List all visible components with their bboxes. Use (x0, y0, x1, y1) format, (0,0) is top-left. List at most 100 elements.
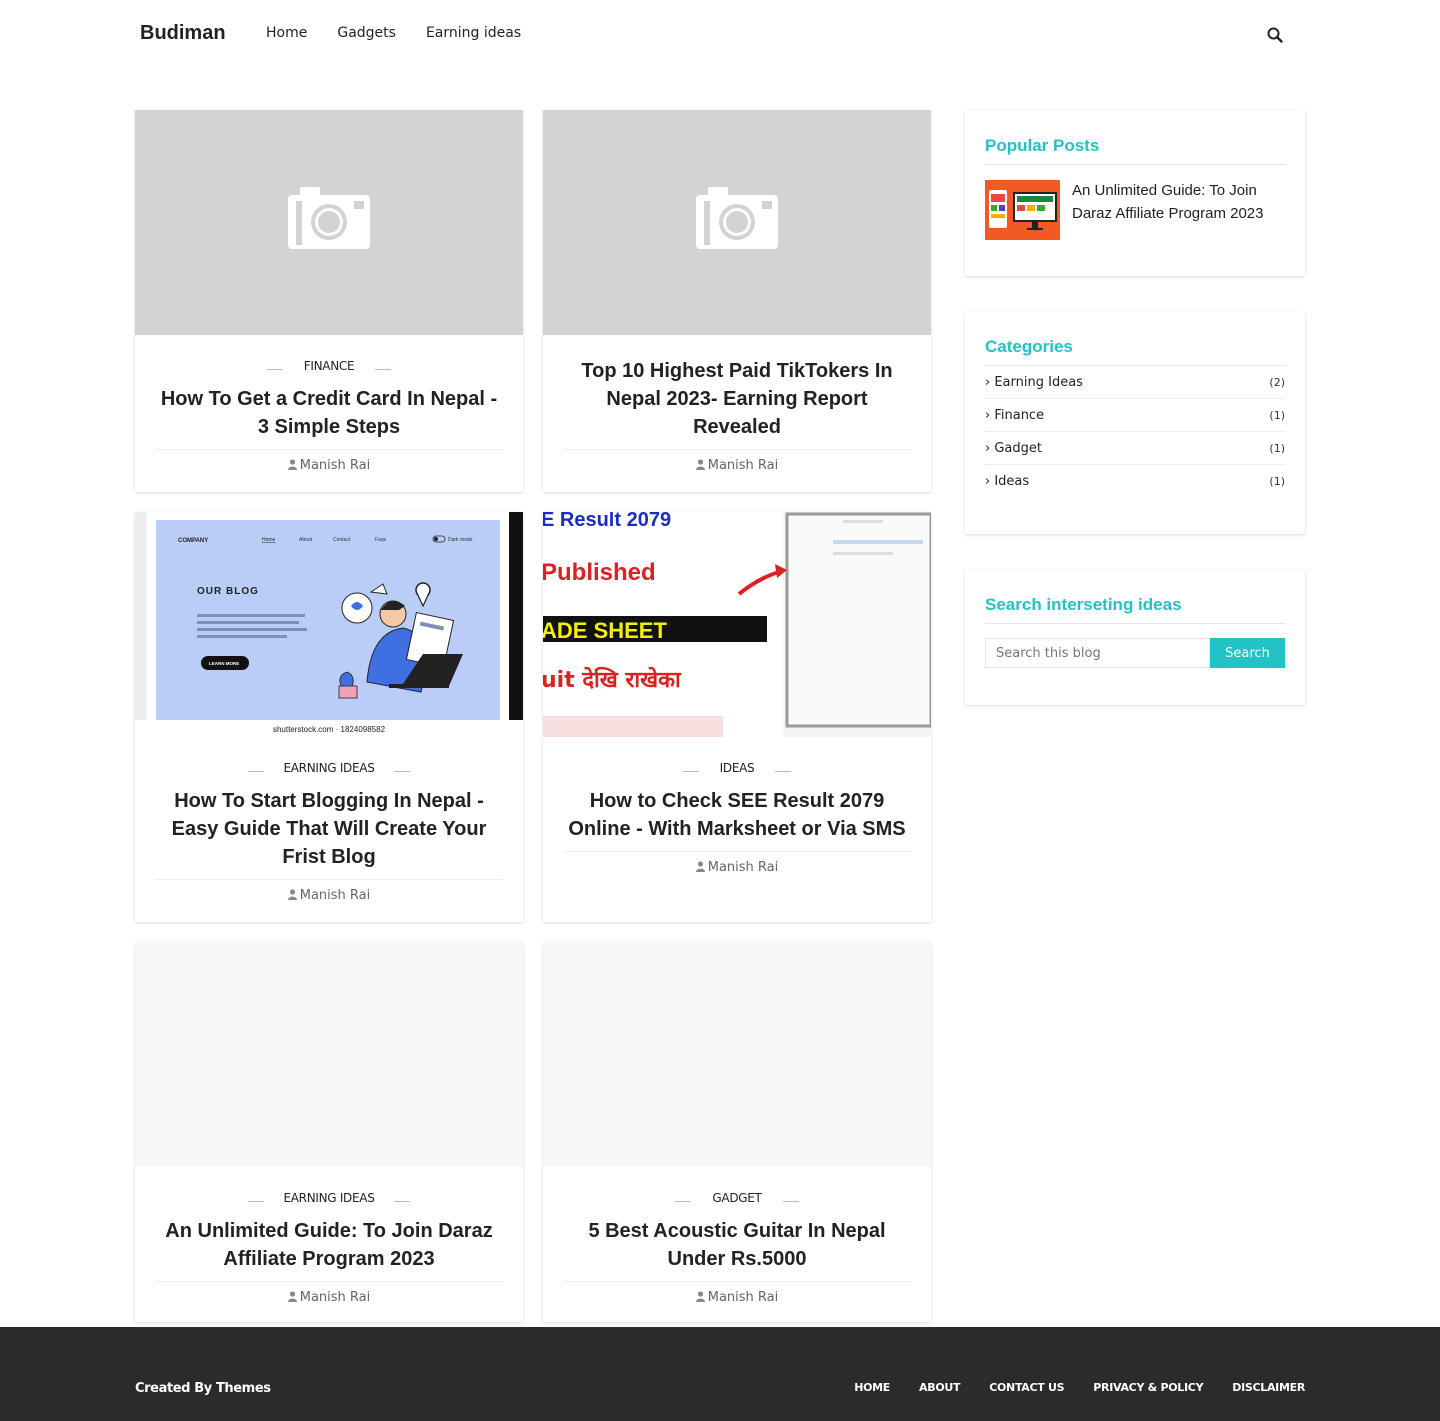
post-thumbnail[interactable]: COMPANY Home About Contact Faqs Dark mod… (135, 512, 523, 737)
category-count: (1) (1269, 475, 1285, 488)
post-title[interactable]: Top 10 Highest Paid TikTokers In Nepal 2… (563, 357, 911, 441)
post-divider (155, 449, 503, 450)
themes-link[interactable]: Themes (216, 1381, 271, 1396)
footer-link-disclaimer[interactable]: DISCLAIMER (1232, 1381, 1305, 1394)
category-line-left (675, 1201, 691, 1202)
category-line-right (394, 771, 410, 772)
post-author: Manish Rai (543, 458, 931, 473)
image-menu-contact: Contact (333, 537, 351, 543)
chevron-right-icon: › (985, 474, 991, 489)
popular-post-title[interactable]: An Unlimited Guide: To Join Daraz Affili… (1072, 179, 1285, 240)
image-menu-faqs: Faqs (375, 537, 387, 543)
nav-home[interactable]: Home (266, 25, 307, 41)
blog-illustration-image: COMPANY Home About Contact Faqs Dark mod… (135, 512, 523, 737)
category-line-left (683, 771, 699, 772)
post-card[interactable]: Earning Ideas An Unlimited Guide: To Joi… (135, 942, 523, 1322)
post-card[interactable]: COMPANY Home About Contact Faqs Dark mod… (135, 512, 523, 922)
post-category[interactable]: Finance (135, 359, 523, 379)
site-header: Budiman Home Gadgets Earning ideas (0, 0, 1440, 70)
user-icon (287, 1291, 297, 1302)
categories-widget: Categories › Earning Ideas (2) › Finance… (965, 311, 1305, 534)
post-thumbnail[interactable]: E Result 2079 Published ADE SHEET uit दे… (543, 512, 931, 737)
post-divider (155, 879, 503, 880)
user-icon (287, 459, 297, 470)
nav-gadgets[interactable]: Gadgets (337, 25, 396, 41)
categories-heading: Categories (985, 311, 1285, 366)
image-text-line1: E Result 2079 (543, 512, 671, 531)
post-card[interactable]: Top 10 Highest Paid TikTokers In Nepal 2… (543, 110, 931, 492)
post-category[interactable]: Earning Ideas (135, 1191, 523, 1211)
search-icon[interactable] (1266, 26, 1284, 44)
image-heading: OUR BLOG (197, 586, 259, 597)
image-text-line3: ADE SHEET (543, 618, 667, 643)
user-icon (695, 459, 705, 470)
search-button[interactable]: Search (1210, 638, 1285, 668)
category-item[interactable]: › Ideas (1) (985, 465, 1285, 498)
post-title[interactable]: An Unlimited Guide: To Join Daraz Affili… (155, 1217, 503, 1273)
image-menu-home: Home (262, 537, 276, 543)
post-card[interactable]: Finance How To Get a Credit Card In Nepa… (135, 110, 523, 492)
post-divider (155, 1281, 503, 1282)
footer-credit: Created By Themes (135, 1381, 271, 1396)
post-thumbnail[interactable] (135, 110, 523, 335)
category-line-left (248, 1201, 264, 1202)
category-list: › Earning Ideas (2) › Finance (1) › Gadg… (985, 366, 1285, 498)
post-card[interactable]: Gadget 5 Best Acoustic Guitar In Nepal U… (543, 942, 931, 1322)
footer-link-about[interactable]: ABOUT (919, 1381, 960, 1394)
image-dark-mode: Dark mode (448, 537, 473, 543)
popular-posts-widget: Popular Posts An Unlimited Guide: To Joi… (965, 110, 1305, 276)
category-line-left (248, 771, 264, 772)
category-item[interactable]: › Finance (1) (985, 399, 1285, 432)
camera-placeholder-icon (288, 187, 370, 249)
site-logo[interactable]: Budiman (140, 22, 226, 45)
category-count: (2) (1269, 376, 1285, 389)
post-category[interactable]: Ideas (543, 761, 931, 781)
category-count: (1) (1269, 409, 1285, 422)
user-icon (695, 1291, 705, 1302)
footer-link-privacy[interactable]: PRIVACY & POLICY (1093, 1381, 1203, 1394)
post-category[interactable]: Earning Ideas (135, 761, 523, 781)
post-author: Manish Rai (135, 458, 523, 473)
main-nav: Home Gadgets Earning ideas (266, 25, 521, 41)
post-thumbnail[interactable] (543, 110, 931, 335)
image-watermark: shutterstock.com · 1824098582 (273, 725, 386, 734)
image-company-text: COMPANY (178, 538, 208, 544)
post-thumbnail[interactable] (135, 942, 523, 1167)
popular-post-thumbnail[interactable] (985, 180, 1060, 240)
see-result-image: E Result 2079 Published ADE SHEET uit दे… (543, 512, 931, 737)
category-line-right (375, 369, 391, 370)
site-footer: Created By Themes HOME ABOUT CONTACT US … (0, 1327, 1440, 1421)
post-title[interactable]: How to Check SEE Result 2079 Online - Wi… (563, 787, 911, 843)
post-divider (563, 1281, 911, 1282)
post-author: Manish Rai (135, 1290, 523, 1305)
post-category[interactable]: Gadget (543, 1191, 931, 1211)
category-line-left (267, 369, 283, 370)
search-widget-heading: Search interseting ideas (985, 569, 1285, 624)
post-title[interactable]: How To Start Blogging In Nepal - Easy Gu… (155, 787, 503, 871)
user-icon (287, 889, 297, 900)
post-title[interactable]: 5 Best Acoustic Guitar In Nepal Under Rs… (563, 1217, 911, 1273)
category-count: (1) (1269, 442, 1285, 455)
post-divider (563, 449, 911, 450)
image-text-line2: Published (543, 559, 656, 586)
category-item[interactable]: › Gadget (1) (985, 432, 1285, 465)
post-author: Manish Rai (543, 1290, 931, 1305)
post-card[interactable]: E Result 2079 Published ADE SHEET uit दे… (543, 512, 931, 922)
image-button: LEARN MORE (209, 661, 239, 666)
category-item[interactable]: › Earning Ideas (2) (985, 366, 1285, 399)
category-line-right (394, 1201, 410, 1202)
footer-link-contact[interactable]: CONTACT US (989, 1381, 1064, 1394)
footer-link-home[interactable]: HOME (854, 1381, 890, 1394)
chevron-right-icon: › (985, 375, 991, 390)
post-author: Manish Rai (543, 860, 931, 875)
popular-post-item[interactable]: An Unlimited Guide: To Join Daraz Affili… (985, 180, 1285, 240)
search-widget: Search interseting ideas Search (965, 569, 1305, 705)
nav-earning-ideas[interactable]: Earning ideas (426, 25, 521, 41)
post-thumbnail[interactable] (543, 942, 931, 1167)
post-title[interactable]: How To Get a Credit Card In Nepal - 3 Si… (155, 385, 503, 441)
footer-nav: HOME ABOUT CONTACT US PRIVACY & POLICY D… (854, 1381, 1305, 1394)
image-menu-about: About (299, 537, 313, 543)
search-input[interactable] (985, 638, 1210, 668)
search-form: Search (985, 638, 1285, 668)
popular-posts-heading: Popular Posts (985, 110, 1285, 165)
